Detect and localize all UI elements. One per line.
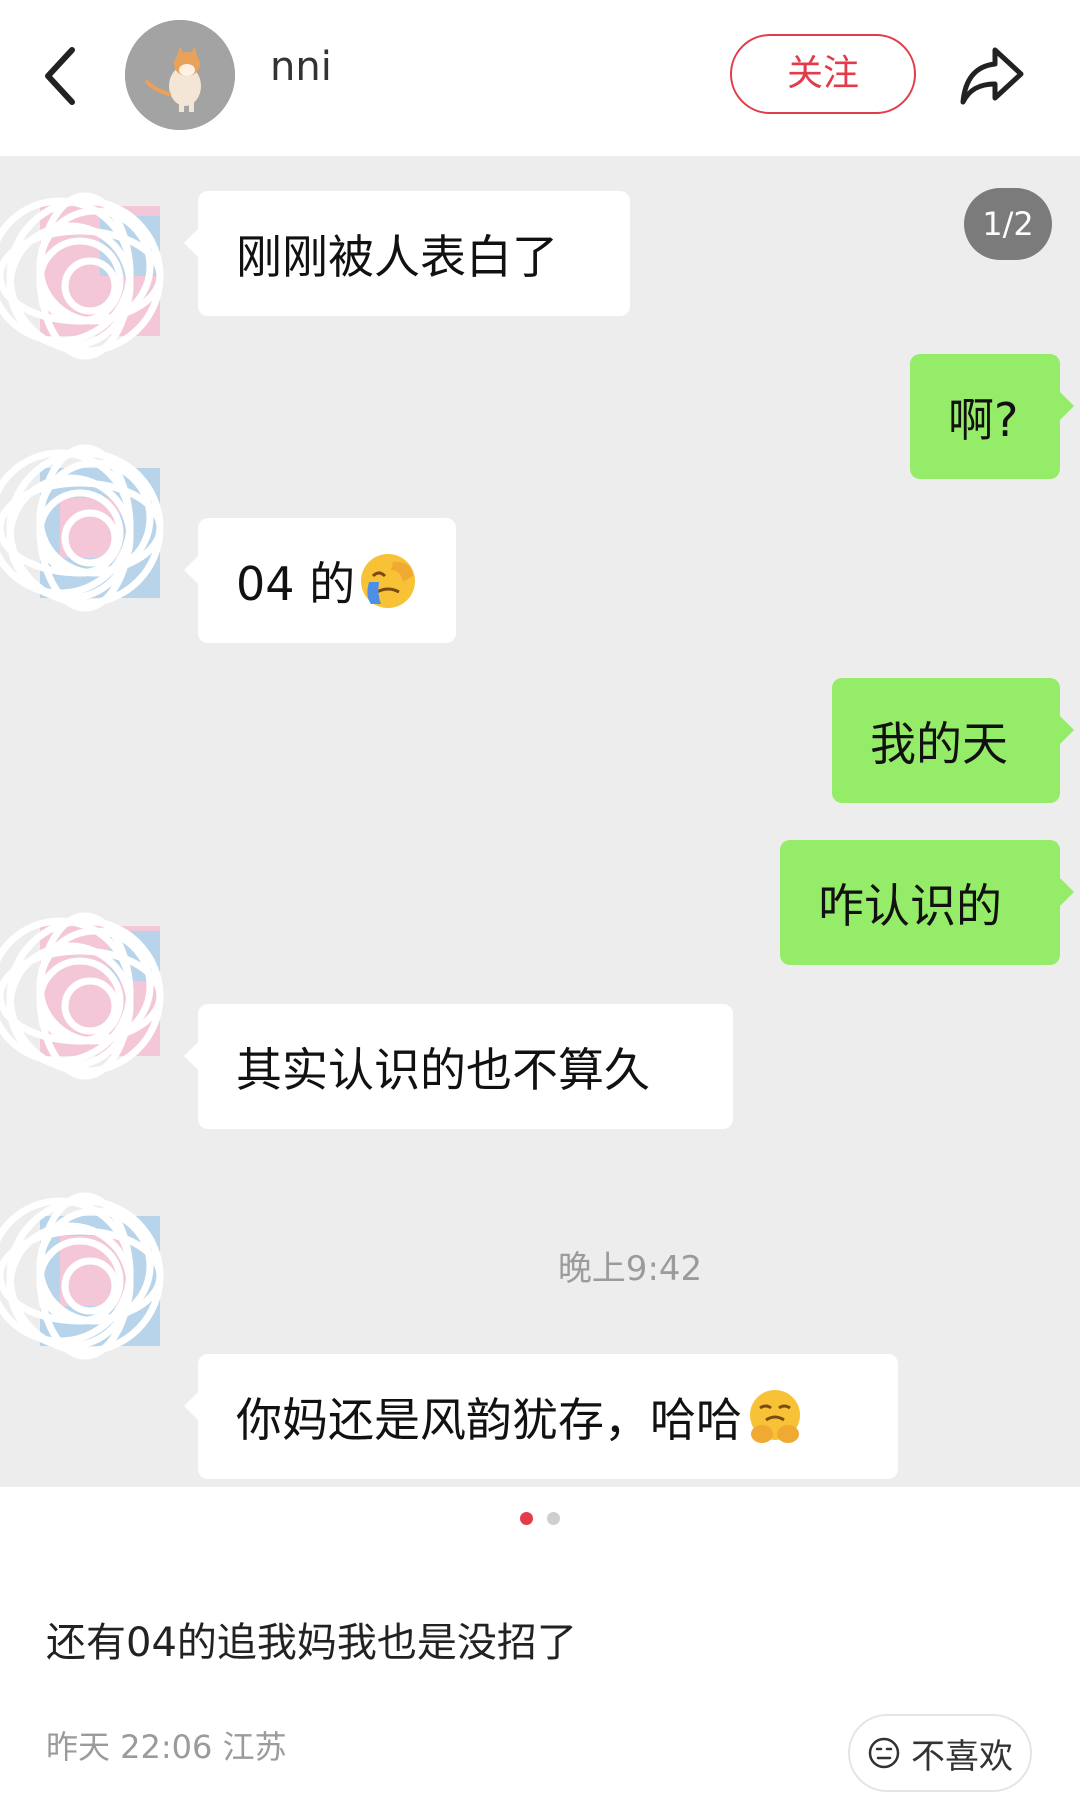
message-text: 咋认识的 — [818, 878, 1002, 933]
avatar[interactable] — [125, 20, 235, 130]
chat-timestamp: 晚上9:42 — [0, 1241, 1080, 1290]
message-text: 刚刚被人表白了 — [236, 229, 558, 284]
message-bubble: 刚刚被人表白了 — [184, 191, 630, 316]
grimacing-hands-emoji — [750, 1389, 800, 1443]
dislike-label: 不喜欢 — [911, 1736, 1013, 1777]
message-bubble: 我的天 — [832, 678, 1074, 803]
message-bubble: 04 的 — [184, 518, 456, 643]
carousel-dots — [0, 1510, 1080, 1529]
share-icon[interactable] — [957, 40, 1027, 110]
scribbled-avatar — [0, 912, 164, 1080]
dislike-button[interactable]: 不喜欢 — [848, 1714, 1032, 1792]
message-bubble: 咋认识的 — [780, 840, 1074, 965]
page-indicator: 1/2 — [964, 188, 1052, 260]
scribbled-avatar — [0, 444, 164, 612]
message-text: 其实认识的也不算久 — [236, 1042, 650, 1097]
message-bubble: 你妈还是风韵犹存，哈哈 — [184, 1354, 898, 1479]
chat-screenshot[interactable]: 1/2 刚刚被人表白了 啊? 04 的 我的天 咋认识的 其实认识的也不算久 晚… — [0, 156, 1080, 1487]
post-caption: 还有04的追我妈我也是没招了 — [46, 1620, 577, 1666]
top-bar: nni 关注 — [0, 0, 1080, 156]
message-text: 啊? — [948, 392, 1019, 447]
message-text: 我的天 — [870, 716, 1008, 771]
carousel-dot-active[interactable] — [520, 1512, 534, 1525]
message-bubble: 啊? — [910, 354, 1074, 479]
cat-avatar-icon — [125, 20, 235, 130]
meh-face-icon — [868, 1737, 900, 1769]
facepalm-crying-emoji — [361, 553, 416, 608]
back-arrow-icon[interactable] — [40, 44, 80, 108]
message-text: 04 的 — [236, 556, 356, 611]
post-meta: 昨天 22:06 江苏 — [46, 1728, 287, 1766]
message-bubble: 其实认识的也不算久 — [184, 1004, 733, 1129]
scribbled-avatar — [0, 192, 164, 360]
carousel-dot[interactable] — [546, 1512, 560, 1525]
message-text: 你妈还是风韵犹存，哈哈 — [236, 1392, 742, 1447]
chat-timestamp-text: 晚上9:42 — [557, 1249, 703, 1289]
username[interactable]: nni — [270, 44, 332, 90]
follow-button[interactable]: 关注 — [730, 34, 916, 114]
